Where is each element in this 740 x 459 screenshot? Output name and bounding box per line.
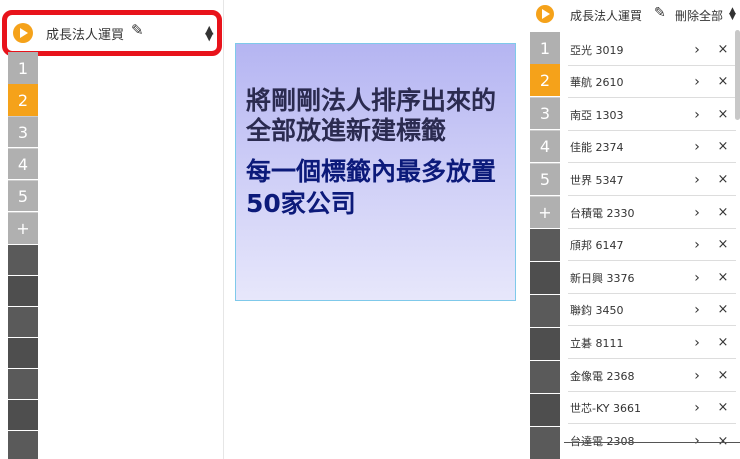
tab-4[interactable]: 4 xyxy=(8,148,38,179)
empty-tab-slot xyxy=(530,427,560,459)
chevron-right-icon[interactable]: › xyxy=(684,237,710,253)
scrollbar-thumb[interactable] xyxy=(735,30,740,120)
tab-1[interactable]: 1 xyxy=(530,32,560,64)
stock-row[interactable]: 世芯-KY 3661 › × xyxy=(568,392,736,424)
instruction-text-1: 將剛剛法人排序出來的全部放進新建標籤 xyxy=(246,86,497,145)
chevron-right-icon[interactable]: › xyxy=(684,368,710,384)
tab-1[interactable]: 1 xyxy=(8,52,38,84)
chevron-right-icon[interactable]: › xyxy=(684,172,710,188)
stock-name: 立碁 8111 xyxy=(570,336,624,350)
empty-tab-slot xyxy=(530,328,560,360)
chevron-right-icon[interactable]: › xyxy=(684,400,710,416)
close-icon[interactable]: × xyxy=(710,172,736,187)
tab-5[interactable]: 5 xyxy=(8,180,38,211)
stock-name: 南亞 1303 xyxy=(570,108,624,122)
add-tab-button[interactable]: + xyxy=(8,212,38,244)
tab-3[interactable]: 3 xyxy=(530,97,560,129)
stock-name: 世芯-KY 3661 xyxy=(570,401,642,415)
tab-5[interactable]: 5 xyxy=(530,163,560,195)
stock-name: 華航 2610 xyxy=(570,75,624,89)
close-icon[interactable]: × xyxy=(710,205,736,220)
instruction-callout: 將剛剛法人排序出來的全部放進新建標籤 每一個標籤內最多放置50家公司 xyxy=(235,43,516,301)
list-title[interactable]: 成長法人運買 xyxy=(570,7,642,24)
close-icon[interactable]: × xyxy=(710,270,736,285)
right-panel: 成長法人運買 ✎ 刪除全部 ▲ ▼ 1 2 3 4 5 + 亞光 3019 › × 華… xyxy=(530,0,740,459)
left-list-header[interactable]: 成長法人運買 ✎ ▲ ▼ xyxy=(2,10,222,56)
delete-all-button[interactable]: 刪除全部 xyxy=(675,7,723,24)
tab-2[interactable]: 2 xyxy=(530,64,560,96)
updown-icon[interactable]: ▲ ▼ xyxy=(205,24,213,42)
stock-row[interactable]: 華航 2610 › × xyxy=(568,66,736,98)
empty-tab-slot xyxy=(8,431,38,459)
chevron-right-icon[interactable]: › xyxy=(684,433,710,449)
pencil-icon[interactable]: ✎ xyxy=(131,21,144,39)
stock-name: 台積電 2330 xyxy=(570,206,635,220)
stock-name: 亞光 3019 xyxy=(570,43,624,57)
play-icon[interactable] xyxy=(13,23,33,43)
list-title[interactable]: 成長法人運買 xyxy=(46,24,124,43)
empty-tab-slot xyxy=(8,400,38,430)
empty-tab-slot xyxy=(530,262,560,294)
tab-2[interactable]: 2 xyxy=(8,84,38,116)
close-icon[interactable]: × xyxy=(710,237,736,252)
pencil-icon[interactable]: ✎ xyxy=(654,5,666,21)
chevron-right-icon[interactable]: › xyxy=(684,74,710,90)
stock-name: 世界 5347 xyxy=(570,173,624,187)
close-icon[interactable]: × xyxy=(710,335,736,350)
stock-row[interactable]: 台積電 2330 › × xyxy=(568,197,736,229)
stock-row[interactable]: 台達電 2308 › × xyxy=(568,425,736,457)
close-icon[interactable]: × xyxy=(710,74,736,89)
empty-tab-slot xyxy=(530,295,560,327)
stock-name: 頎邦 6147 xyxy=(570,238,624,252)
stock-name: 台達電 2308 xyxy=(570,435,635,448)
tab-3[interactable]: 3 xyxy=(8,116,38,147)
divider xyxy=(564,442,740,443)
stock-name: 佳能 2374 xyxy=(570,140,624,154)
empty-tab-slot xyxy=(8,276,38,306)
chevron-right-icon[interactable]: › xyxy=(684,335,710,351)
close-icon[interactable]: × xyxy=(710,368,736,383)
close-icon[interactable]: × xyxy=(710,400,736,415)
close-icon[interactable]: × xyxy=(710,42,736,57)
stock-row[interactable]: 世界 5347 › × xyxy=(568,164,736,196)
empty-tab-slot xyxy=(8,369,38,399)
stock-row[interactable]: 佳能 2374 › × xyxy=(568,131,736,163)
close-icon[interactable]: × xyxy=(710,107,736,122)
add-tab-button[interactable]: + xyxy=(530,196,560,228)
close-icon[interactable]: × xyxy=(710,302,736,317)
close-icon[interactable]: × xyxy=(710,139,736,154)
empty-tab-slot xyxy=(530,394,560,426)
stock-row[interactable]: 立碁 8111 › × xyxy=(568,327,736,359)
stock-row[interactable]: 金像電 2368 › × xyxy=(568,360,736,392)
chevron-right-icon[interactable]: › xyxy=(684,107,710,123)
stock-row[interactable]: 新日興 3376 › × xyxy=(568,262,736,294)
tab-4[interactable]: 4 xyxy=(530,130,560,162)
empty-tab-slot xyxy=(530,229,560,261)
stock-row[interactable]: 亞光 3019 › × xyxy=(568,34,736,66)
empty-tab-slot xyxy=(8,307,38,337)
stock-row[interactable]: 南亞 1303 › × xyxy=(568,99,736,131)
chevron-right-icon[interactable]: › xyxy=(684,205,710,221)
close-icon[interactable]: × xyxy=(710,434,736,449)
stock-row[interactable]: 聯鈞 3450 › × xyxy=(568,294,736,326)
updown-icon[interactable]: ▲ ▼ xyxy=(729,7,736,22)
stock-name: 金像電 2368 xyxy=(570,369,635,383)
chevron-right-icon[interactable]: › xyxy=(684,270,710,286)
play-icon[interactable] xyxy=(536,5,554,23)
chevron-right-icon[interactable]: › xyxy=(684,42,710,58)
stock-row[interactable]: 頎邦 6147 › × xyxy=(568,229,736,261)
chevron-right-icon[interactable]: › xyxy=(684,139,710,155)
chevron-right-icon[interactable]: › xyxy=(684,302,710,318)
instruction-text-2: 每一個標籤內最多放置50家公司 xyxy=(246,157,497,218)
stock-name: 聯鈞 3450 xyxy=(570,303,624,317)
empty-tab-slot xyxy=(8,338,38,368)
empty-tab-slot xyxy=(530,361,560,393)
empty-tab-slot xyxy=(8,245,38,275)
stock-name: 新日興 3376 xyxy=(570,271,635,285)
